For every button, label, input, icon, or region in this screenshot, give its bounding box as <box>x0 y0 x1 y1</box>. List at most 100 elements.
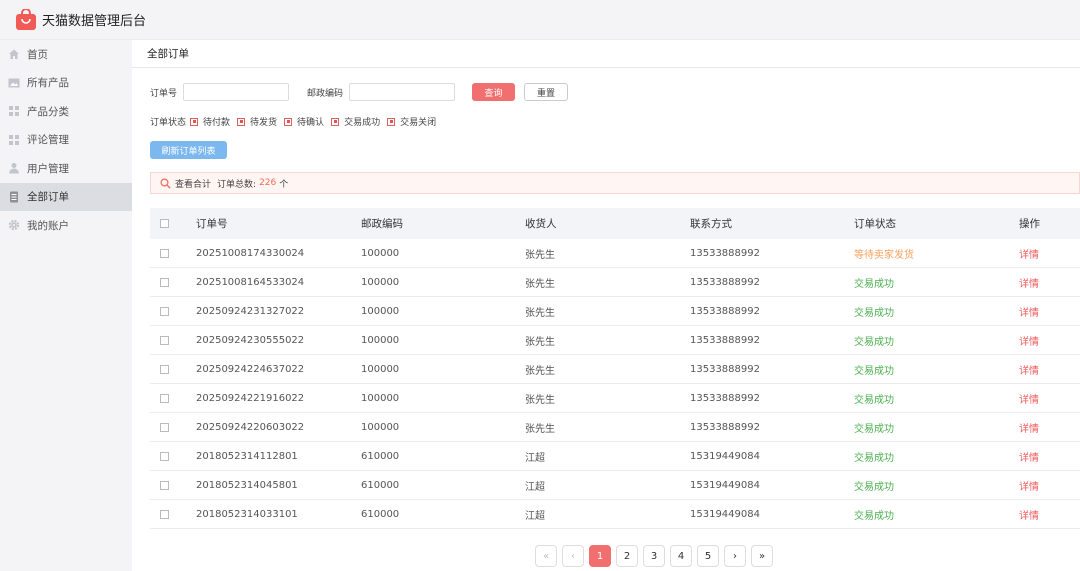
prev-page-button[interactable]: ‹ <box>562 545 584 567</box>
order-summary-bar: 查看合计 订单总数: 226 个 <box>150 172 1080 194</box>
pagination: « ‹ 1 2 3 4 5 › » <box>535 545 778 567</box>
page-button-5[interactable]: 5 <box>697 545 719 567</box>
cell-order-no: 20250924221916022 <box>196 392 305 404</box>
cell-status: 交易成功 <box>854 452 894 464</box>
detail-link[interactable]: 详情 <box>1019 391 1080 406</box>
table-row: 2018052314112801 610000 江超 15319449084 交… <box>150 442 1080 471</box>
sidebar-item-label: 用户管理 <box>27 162 69 175</box>
checkbox[interactable] <box>331 117 340 126</box>
summary-count: 226 <box>259 178 277 188</box>
detail-link[interactable]: 详情 <box>1019 275 1080 290</box>
page-button-3[interactable]: 3 <box>643 545 665 567</box>
sidebar-item-home[interactable]: 首页 <box>0 40 132 69</box>
search-button[interactable]: 查询 <box>472 83 516 101</box>
sidebar-item-label: 全部订单 <box>27 191 69 204</box>
detail-link[interactable]: 详情 <box>1019 478 1080 493</box>
home-icon <box>8 48 20 60</box>
detail-link[interactable]: 详情 <box>1019 507 1080 522</box>
cell-receiver: 江超 <box>525 481 545 493</box>
sidebar-item-reviews[interactable]: 评论管理 <box>0 126 132 155</box>
cell-order-no: 20251008174330024 <box>196 247 305 259</box>
cell-order-no: 20251008164533024 <box>196 276 305 288</box>
cell-phone: 13533888992 <box>690 334 760 346</box>
detail-link[interactable]: 详情 <box>1019 333 1080 348</box>
column-header-zip: 邮政编码 <box>361 218 403 230</box>
checkbox[interactable] <box>284 117 293 126</box>
cell-phone: 13533888992 <box>690 247 760 259</box>
row-checkbox[interactable] <box>160 509 169 519</box>
sidebar-item-label: 所有产品 <box>27 77 69 90</box>
checkbox[interactable] <box>387 117 396 126</box>
cell-zip: 100000 <box>361 334 400 346</box>
zip-label: 邮政编码 <box>307 88 344 99</box>
grid-icon <box>8 105 20 117</box>
row-checkbox[interactable] <box>160 335 169 345</box>
detail-link[interactable]: 详情 <box>1019 362 1080 377</box>
status-option-pending-payment[interactable]: 待付款 <box>190 115 230 128</box>
grid-icon <box>8 134 20 146</box>
row-checkbox[interactable] <box>160 306 169 316</box>
cell-receiver: 张先生 <box>525 249 555 261</box>
sidebar-item-my-account[interactable]: 我的账户 <box>0 211 132 240</box>
first-page-button[interactable]: « <box>535 545 557 567</box>
reset-button[interactable]: 重置 <box>524 83 569 101</box>
app-title: 天猫数据管理后台 <box>42 14 147 29</box>
status-option-label: 待付款 <box>203 118 231 128</box>
status-option-pending-confirm[interactable]: 待确认 <box>284 115 324 128</box>
cell-receiver: 张先生 <box>525 336 555 348</box>
row-checkbox[interactable] <box>160 248 169 258</box>
checkbox[interactable] <box>237 117 246 126</box>
checkbox[interactable] <box>190 117 199 126</box>
page-button-2[interactable]: 2 <box>616 545 638 567</box>
detail-link[interactable]: 详情 <box>1019 420 1080 435</box>
row-checkbox[interactable] <box>160 277 169 287</box>
row-checkbox[interactable] <box>160 364 169 374</box>
row-checkbox[interactable] <box>160 480 169 490</box>
table-row: 20250924231327022 100000 张先生 13533888992… <box>150 297 1080 326</box>
refresh-order-list-button[interactable]: 刷新订单列表 <box>150 141 227 159</box>
cell-receiver: 张先生 <box>525 365 555 377</box>
status-option-success[interactable]: 交易成功 <box>331 115 380 128</box>
top-bar: 天猫数据管理后台 <box>0 0 1080 40</box>
cell-phone: 15319449084 <box>690 479 760 491</box>
filter-row: 订单号 邮政编码 查询 重置 <box>150 83 569 101</box>
sidebar-item-users[interactable]: 用户管理 <box>0 154 132 183</box>
cell-status: 交易成功 <box>854 365 894 377</box>
column-header-order-no: 订单号 <box>196 218 228 230</box>
cell-order-no: 2018052314112801 <box>196 450 298 462</box>
cell-status: 交易成功 <box>854 278 894 290</box>
page-button-4[interactable]: 4 <box>670 545 692 567</box>
row-checkbox[interactable] <box>160 451 169 461</box>
cell-receiver: 张先生 <box>525 423 555 435</box>
column-header-receiver: 收货人 <box>525 218 557 230</box>
table-header: 订单号 邮政编码 收货人 联系方式 订单状态 操作 <box>150 208 1080 239</box>
status-option-closed[interactable]: 交易关闭 <box>387 115 436 128</box>
cell-phone: 15319449084 <box>690 450 760 462</box>
cell-status: 交易成功 <box>854 481 894 493</box>
status-option-pending-shipment[interactable]: 待发货 <box>237 115 277 128</box>
detail-link[interactable]: 详情 <box>1019 246 1080 261</box>
sidebar-item-label: 评论管理 <box>27 134 69 147</box>
row-checkbox[interactable] <box>160 422 169 432</box>
sidebar-item-label: 首页 <box>27 48 48 61</box>
select-all-checkbox[interactable] <box>160 219 169 228</box>
column-header-status: 订单状态 <box>854 218 896 230</box>
document-icon <box>8 191 20 203</box>
order-no-input[interactable] <box>183 83 290 101</box>
cell-order-no: 20250924224637022 <box>196 363 305 375</box>
sidebar-item-products[interactable]: 所有产品 <box>0 69 132 98</box>
sidebar-item-all-orders[interactable]: 全部订单 <box>0 182 132 211</box>
image-icon <box>8 77 20 89</box>
cell-order-no: 2018052314045801 <box>196 479 298 491</box>
zip-input[interactable] <box>349 83 456 101</box>
row-checkbox[interactable] <box>160 393 169 403</box>
main-content: 全部订单 订单号 邮政编码 查询 重置 订单状态 待付款 待发货 待确认 交易成… <box>132 40 1080 571</box>
next-page-button[interactable]: › <box>724 545 746 567</box>
detail-link[interactable]: 详情 <box>1019 449 1080 464</box>
table-row: 20250924224637022 100000 张先生 13533888992… <box>150 355 1080 384</box>
sidebar-item-categories[interactable]: 产品分类 <box>0 97 132 126</box>
last-page-button[interactable]: » <box>751 545 773 567</box>
summary-count-label: 订单总数: <box>217 179 257 190</box>
detail-link[interactable]: 详情 <box>1019 304 1080 319</box>
page-button-1[interactable]: 1 <box>589 545 611 567</box>
